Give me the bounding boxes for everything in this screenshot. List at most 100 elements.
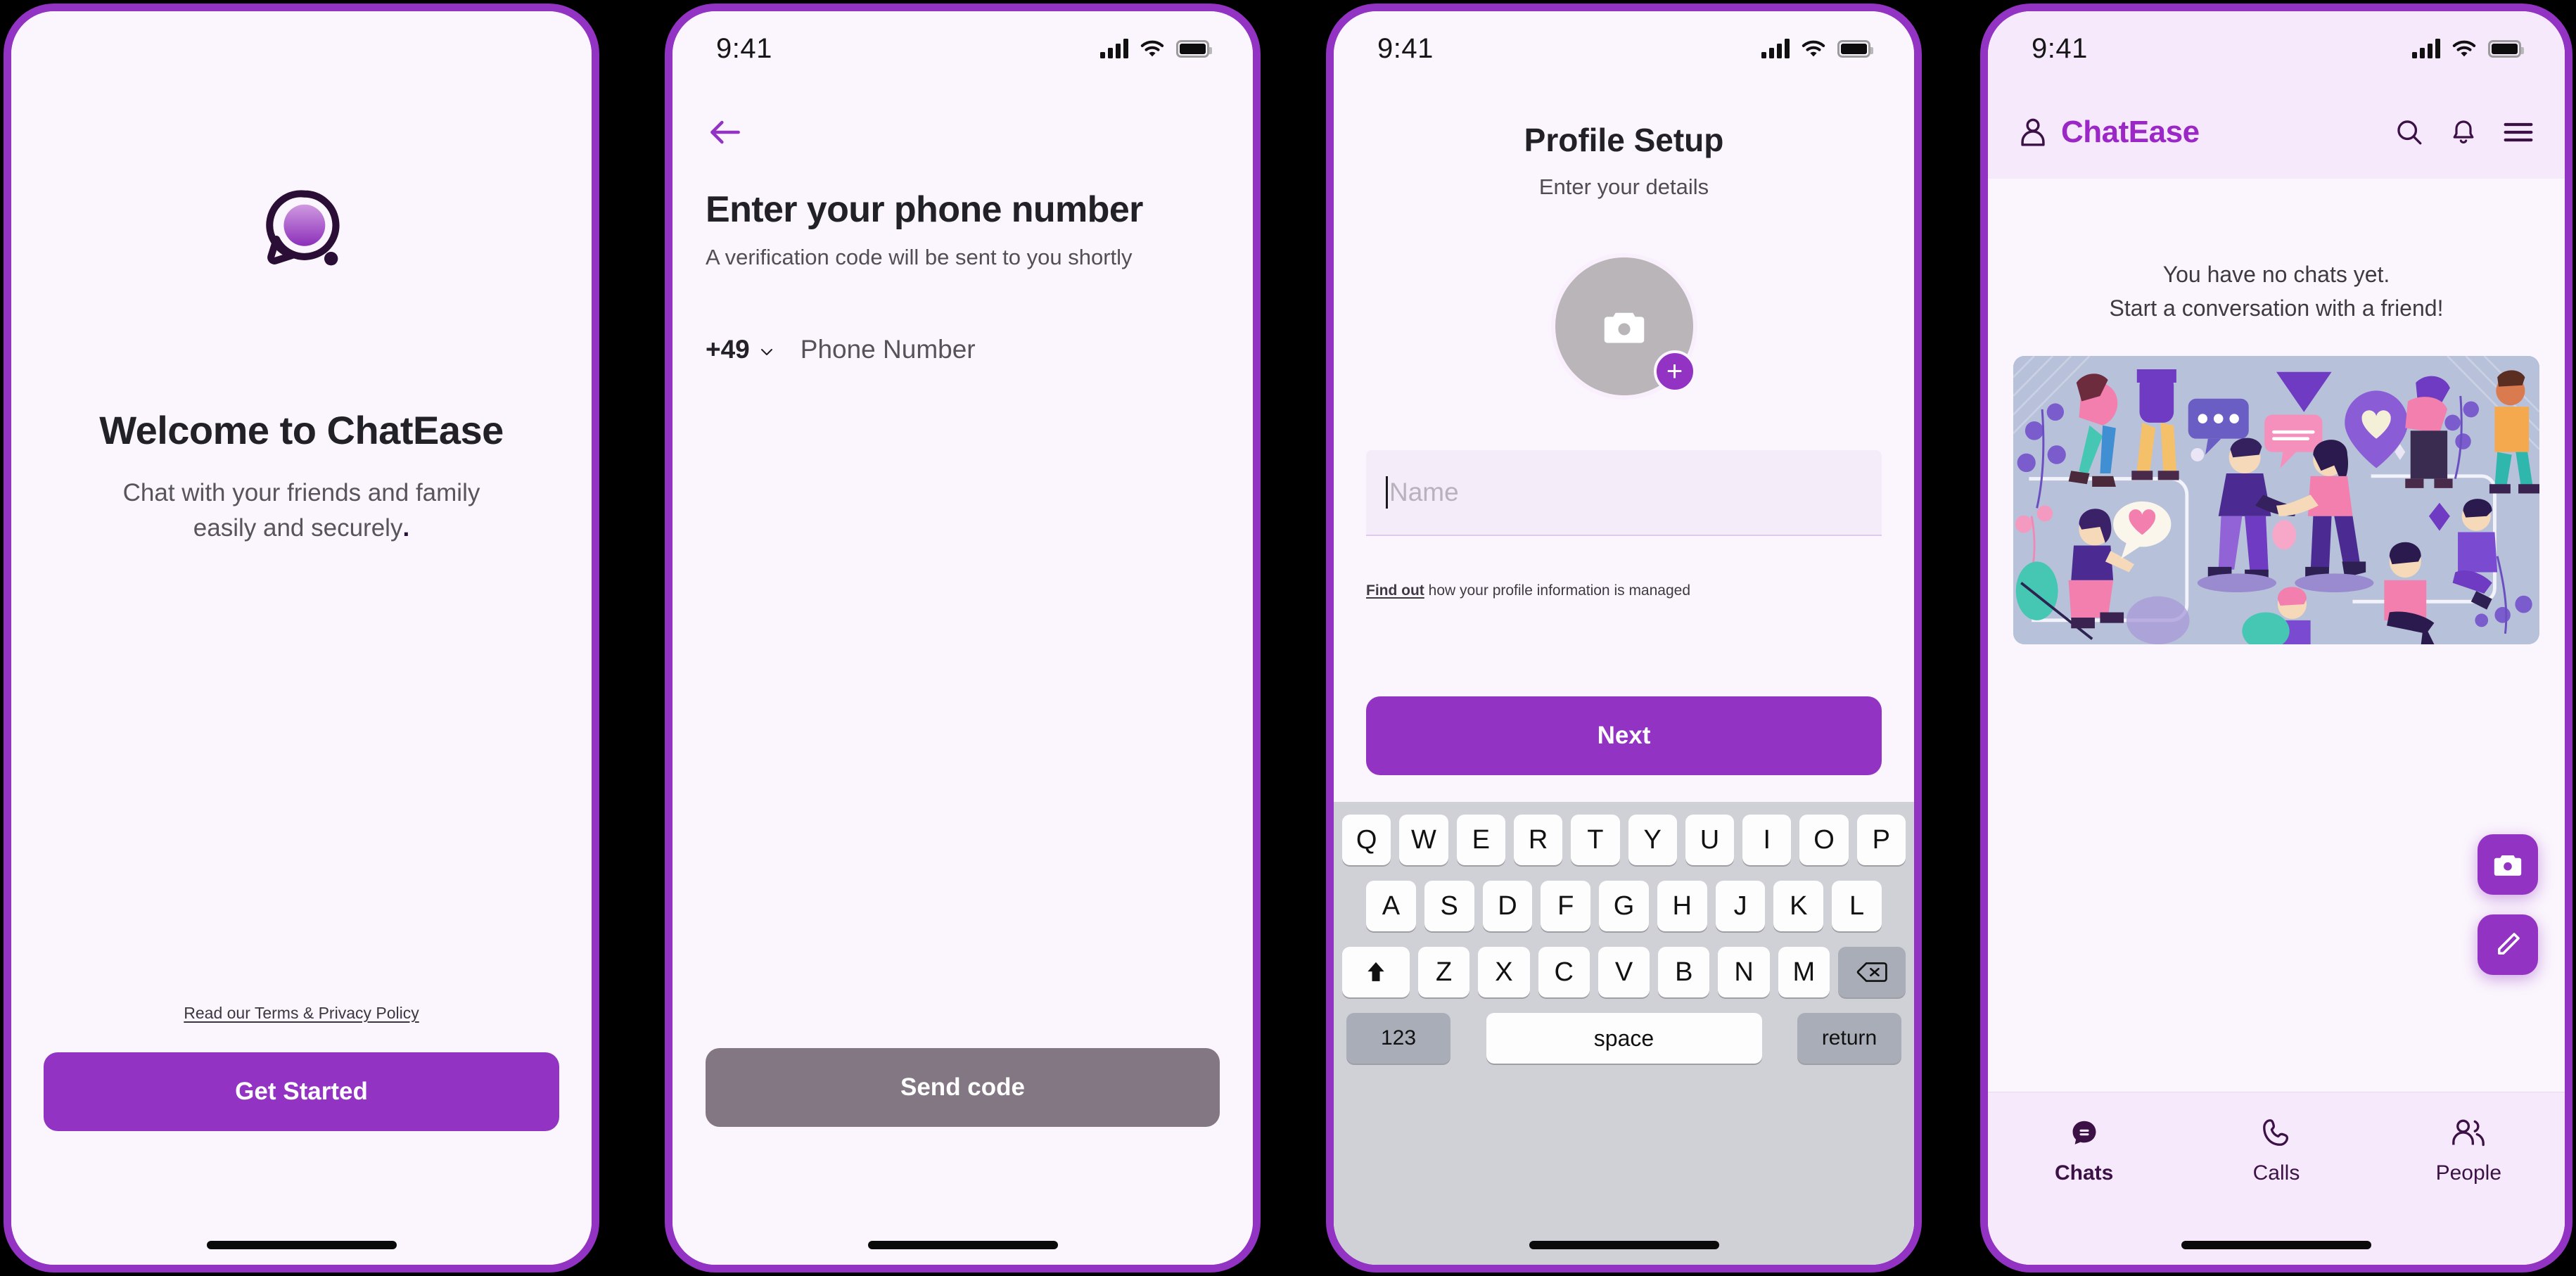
key-numbers-toggle[interactable]: 123 — [1346, 1013, 1450, 1064]
profile-setup-subtitle: Enter your details — [1538, 174, 1709, 199]
tab-people[interactable]: People — [2373, 1116, 2565, 1185]
arrow-left-icon[interactable] — [706, 113, 745, 152]
profile-setup-content: Profile Setup Enter your details + Name — [1334, 86, 1914, 599]
camera-icon — [1604, 312, 1644, 343]
status-icons — [1761, 39, 1873, 58]
key-G[interactable]: G — [1599, 881, 1649, 931]
key-I[interactable]: I — [1742, 815, 1792, 865]
phone-number-screen: 9:41 Enter your phone number A verificat… — [672, 11, 1253, 1265]
cellular-bars-icon — [1100, 39, 1128, 58]
person-icon[interactable] — [2019, 117, 2047, 148]
key-P[interactable]: P — [1856, 815, 1906, 865]
avatar-uploader[interactable]: + — [1555, 257, 1696, 395]
phone-number-input[interactable]: Phone Number — [801, 335, 976, 364]
key-W[interactable]: W — [1399, 815, 1448, 865]
compose-fab-button[interactable] — [2478, 914, 2538, 975]
name-field[interactable]: Name — [1366, 450, 1882, 536]
key-F[interactable]: F — [1541, 881, 1591, 931]
app-title: ChatEase — [2061, 115, 2200, 149]
welcome-subtitle-line1: Chat with your friends and family — [122, 479, 480, 506]
key-A[interactable]: A — [1365, 881, 1416, 931]
keyboard-row-4: 123 space return — [1342, 1013, 1906, 1064]
key-T[interactable]: T — [1571, 815, 1620, 865]
welcome-subtitle-line2: easily and securely — [193, 513, 403, 542]
phone-frame-chats: 9:41 ChatEase You have no chats yet. Sta… — [1980, 4, 2572, 1272]
profile-setup-title: Profile Setup — [1524, 122, 1724, 158]
key-C[interactable]: C — [1538, 947, 1590, 997]
shift-arrow-up-icon[interactable] — [1342, 947, 1410, 997]
key-O[interactable]: O — [1799, 815, 1849, 865]
empty-state-line2: Start a conversation with a friend! — [2109, 295, 2444, 321]
key-K[interactable]: K — [1773, 881, 1824, 931]
tab-calls[interactable]: Calls — [2180, 1116, 2372, 1185]
key-Z[interactable]: Z — [1418, 947, 1470, 997]
terms-privacy-link[interactable]: Read our Terms & Privacy Policy — [184, 1004, 419, 1023]
status-icons — [2412, 39, 2524, 58]
find-out-link[interactable]: Find out — [1366, 582, 1424, 599]
key-J[interactable]: J — [1715, 881, 1766, 931]
status-bar: 9:41 — [1988, 11, 2565, 86]
key-M[interactable]: M — [1778, 947, 1830, 997]
people-group-icon — [2452, 1119, 2485, 1147]
hamburger-menu-icon[interactable] — [2503, 119, 2534, 146]
phone-handset-icon — [2263, 1119, 2289, 1146]
camera-icon — [2494, 855, 2522, 876]
chats-screen: 9:41 ChatEase You have no chats yet. Sta… — [1988, 11, 2565, 1265]
chat-bubble-icon — [2072, 1121, 2096, 1144]
home-indicator — [206, 1241, 397, 1249]
brand-group: ChatEase — [2019, 115, 2200, 150]
search-icon[interactable] — [2395, 117, 2424, 147]
tab-label-chats: Chats — [2054, 1161, 2114, 1185]
key-L[interactable]: L — [1832, 881, 1882, 931]
keyboard-row-1: Q W E R T Y U I O P — [1342, 815, 1906, 865]
tab-chats[interactable]: Chats — [1988, 1116, 2180, 1185]
phone-input-row: +49 Phone Number — [706, 335, 1220, 364]
tab-label-calls: Calls — [2252, 1161, 2300, 1185]
key-Q[interactable]: Q — [1342, 815, 1391, 865]
on-screen-keyboard: Q W E R T Y U I O P A S D F G H J K L Z … — [1334, 802, 1914, 1265]
key-U[interactable]: U — [1685, 815, 1735, 865]
key-B[interactable]: B — [1658, 947, 1710, 997]
status-bar: 9:41 — [672, 11, 1253, 86]
welcome-subtitle-period: . — [402, 513, 410, 542]
battery-full-icon — [1176, 39, 1212, 58]
bell-notification-icon[interactable] — [2449, 117, 2478, 147]
key-V[interactable]: V — [1598, 947, 1650, 997]
key-R[interactable]: R — [1513, 815, 1563, 865]
name-input[interactable]: Name — [1389, 478, 1459, 507]
key-E[interactable]: E — [1456, 815, 1505, 865]
profile-setup-screen: 9:41 Profile Setup Enter your details + … — [1334, 11, 1914, 1265]
key-X[interactable]: X — [1478, 947, 1530, 997]
battery-full-icon — [1837, 39, 1873, 58]
chevron-down-icon[interactable] — [758, 343, 775, 360]
key-return[interactable]: return — [1797, 1013, 1901, 1064]
home-indicator — [1529, 1241, 1719, 1249]
status-time: 9:41 — [2032, 32, 2088, 64]
cellular-bars-icon — [1761, 39, 1790, 58]
welcome-title: Welcome to ChatEase — [99, 408, 504, 452]
backspace-delete-icon[interactable] — [1837, 947, 1906, 997]
phone-number-subtitle: A verification code will be sent to you … — [706, 245, 1133, 269]
tab-label-people: People — [2435, 1161, 2502, 1185]
key-space[interactable]: space — [1486, 1013, 1762, 1064]
welcome-subtitle: Chat with your friends and family easily… — [123, 476, 480, 545]
key-H[interactable]: H — [1657, 881, 1707, 931]
key-D[interactable]: D — [1482, 881, 1533, 931]
send-code-button[interactable]: Send code — [706, 1048, 1220, 1127]
empty-state-text: You have no chats yet. Start a conversat… — [2110, 257, 2444, 325]
battery-full-icon — [2488, 39, 2524, 58]
chat-bubble-logo-icon — [258, 187, 345, 278]
pencil-edit-icon — [2498, 933, 2520, 955]
welcome-screen: Welcome to ChatEase Chat with your frien… — [11, 11, 592, 1265]
plus-icon[interactable]: + — [1653, 350, 1696, 393]
get-started-button[interactable]: Get Started — [44, 1052, 559, 1131]
key-N[interactable]: N — [1718, 947, 1770, 997]
bottom-tab-bar: Chats Calls People — [1988, 1092, 2565, 1265]
camera-fab-button[interactable] — [2478, 834, 2538, 895]
key-Y[interactable]: Y — [1628, 815, 1677, 865]
country-code-value[interactable]: +49 — [706, 335, 750, 364]
cellular-bars-icon — [2412, 39, 2440, 58]
key-S[interactable]: S — [1424, 881, 1474, 931]
next-button[interactable]: Next — [1366, 696, 1882, 775]
